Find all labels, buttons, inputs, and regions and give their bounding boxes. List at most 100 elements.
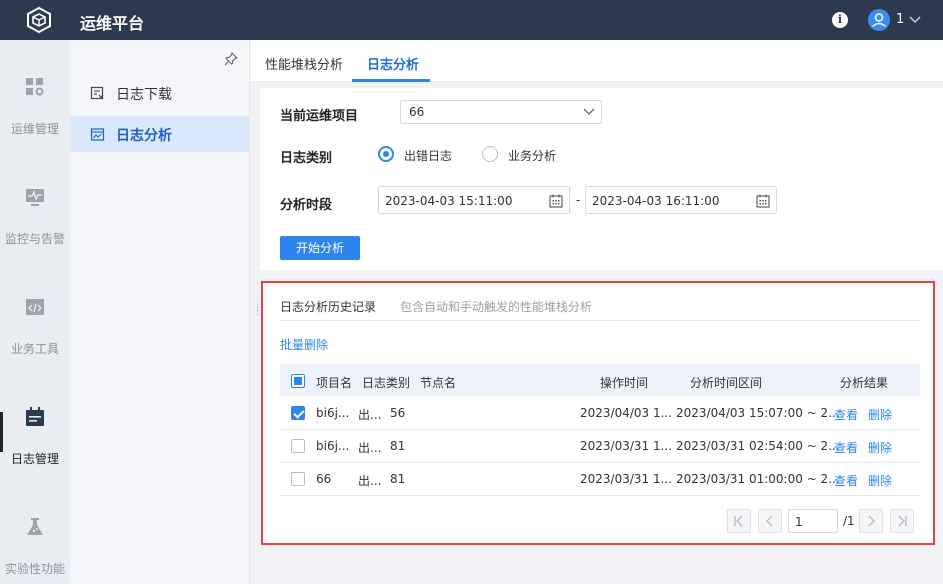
project-select[interactable]: 66 (400, 100, 602, 124)
row-divider (280, 429, 920, 430)
rail-item-label: 监控与告警 (4, 232, 65, 246)
info-icon[interactable]: i (832, 12, 848, 28)
app-logo-icon (27, 7, 51, 33)
col-node[interactable]: 节点名 (420, 374, 456, 391)
log-type-label: 日志类别 (280, 151, 333, 166)
prev-page-button[interactable] (758, 509, 782, 533)
subnav-item-label: 日志分析 (116, 128, 172, 144)
cell-node: 56 (390, 406, 406, 420)
rail-item-label: 运维管理 (10, 122, 59, 136)
cell-range: 2023/03/31 01:00:00 ~ 2... (676, 472, 840, 486)
range-separator: - (576, 193, 581, 207)
batch-delete-link[interactable]: 批量删除 (280, 336, 328, 353)
rail-item-ops[interactable]: 运维管理 (0, 40, 70, 150)
cell-log-type: 出... (358, 408, 382, 422)
calendar-icon[interactable] (549, 194, 563, 208)
cell-op-time: 2023/04/03 1... (580, 406, 673, 420)
cell-project: 66 (316, 472, 332, 486)
view-link[interactable]: 查看 (834, 439, 858, 456)
col-range[interactable]: 分析时间区间 (690, 374, 762, 391)
end-datetime-value: 2023-04-03 16:11:00 (592, 194, 720, 208)
radio-business-analysis[interactable] (482, 146, 498, 162)
rail-item-tools[interactable]: 业务工具 (0, 260, 70, 370)
rail-item-label: 日志管理 (10, 452, 59, 466)
start-datetime-value: 2023-04-03 15:11:00 (385, 194, 513, 208)
subnav-item-log-download[interactable]: 日志下载 (70, 75, 249, 111)
col-result[interactable]: 分析结果 (840, 374, 888, 391)
period-label: 分析时段 (280, 198, 333, 213)
cell-op-time: 2023/03/31 1... (580, 439, 673, 453)
next-page-button[interactable] (859, 509, 883, 533)
cell-range: 2023/03/31 02:54:00 ~ 2... (676, 439, 840, 453)
flask-icon (27, 518, 43, 535)
last-page-icon (898, 515, 907, 527)
subnav-item-log-analysis[interactable]: 日志分析 (70, 116, 249, 152)
grid-settings-icon (26, 78, 44, 96)
cell-project: bi6j... (316, 439, 350, 453)
cell-project: bi6j... (316, 406, 350, 420)
first-page-icon (734, 515, 743, 527)
start-datetime-input[interactable]: 2023-04-03 15:11:00 (378, 186, 570, 214)
delete-link[interactable]: 删除 (868, 472, 892, 489)
tab-bar (250, 40, 943, 82)
cell-op-time: 2023/03/31 1... (580, 472, 673, 486)
view-link[interactable]: 查看 (834, 472, 858, 489)
user-name[interactable]: 1 (896, 12, 904, 27)
tab-perf-stack[interactable]: 性能堆栈分析 (265, 54, 343, 73)
start-analysis-button[interactable]: 开始分析 (280, 236, 360, 260)
log-analysis-icon (90, 128, 105, 141)
history-title: 日志分析历史记录 (280, 300, 377, 314)
cell-log-type: 出... (358, 474, 382, 488)
calendar-icon (26, 407, 44, 426)
cell-node: 81 (390, 439, 406, 453)
tab-active-underline (352, 79, 430, 82)
radio-business-analysis-label[interactable]: 业务分析 (508, 147, 556, 164)
tab-log-analysis[interactable]: 日志分析 (367, 54, 419, 73)
radio-error-log-label[interactable]: 出错日志 (404, 147, 452, 164)
page-input-value: 1 (795, 515, 803, 529)
chevron-left-icon (766, 515, 773, 527)
page-input[interactable]: 1 (788, 509, 838, 533)
select-all-checkbox[interactable] (291, 374, 305, 388)
rail-item-experimental[interactable]: 实验性功能 (0, 480, 70, 584)
rail-item-monitor[interactable]: 监控与告警 (0, 150, 70, 260)
chevron-down-icon[interactable] (908, 14, 922, 26)
rail-active-indicator (0, 412, 3, 452)
end-datetime-input[interactable]: 2023-04-03 16:11:00 (585, 186, 777, 214)
col-project[interactable]: 项目名 (316, 374, 352, 391)
rail-item-label: 业务工具 (10, 342, 59, 356)
row-divider (280, 462, 920, 463)
row-checkbox[interactable] (291, 472, 305, 486)
chevron-down-icon (583, 108, 595, 115)
project-select-value: 66 (409, 105, 425, 119)
user-avatar-icon[interactable] (868, 9, 890, 31)
pin-icon[interactable] (224, 52, 238, 66)
view-link[interactable]: 查看 (834, 406, 858, 423)
code-window-icon (26, 299, 44, 315)
rail-item-logs[interactable]: 日志管理 (0, 370, 70, 480)
rail-item-label: 实验性功能 (4, 562, 65, 576)
radio-error-log[interactable] (378, 146, 394, 162)
monitor-pulse-icon (26, 189, 44, 206)
delete-link[interactable]: 删除 (868, 406, 892, 423)
chevron-right-icon (868, 515, 875, 527)
last-page-button[interactable] (890, 509, 914, 533)
resize-handle[interactable]: ⋮ ⋮ (253, 304, 262, 320)
row-checkbox[interactable] (291, 439, 305, 453)
row-divider (280, 495, 920, 496)
cell-node: 81 (390, 472, 406, 486)
delete-link[interactable]: 删除 (868, 439, 892, 456)
subnav-item-label: 日志下载 (116, 87, 172, 103)
col-log-type[interactable]: 日志类别 (362, 374, 410, 391)
cell-range: 2023/04/03 15:07:00 ~ 2... (676, 406, 840, 420)
app-title: 运维平台 (80, 14, 145, 33)
divider (280, 320, 920, 321)
first-page-button[interactable] (727, 509, 751, 533)
log-download-icon (90, 86, 104, 100)
calendar-icon[interactable] (756, 194, 770, 208)
page-total: /1 (843, 514, 855, 528)
cell-log-type: 出... (358, 441, 382, 455)
col-op-time[interactable]: 操作时间 (600, 374, 648, 391)
row-checkbox[interactable] (291, 406, 305, 420)
project-label: 当前运维项目 (280, 109, 359, 124)
